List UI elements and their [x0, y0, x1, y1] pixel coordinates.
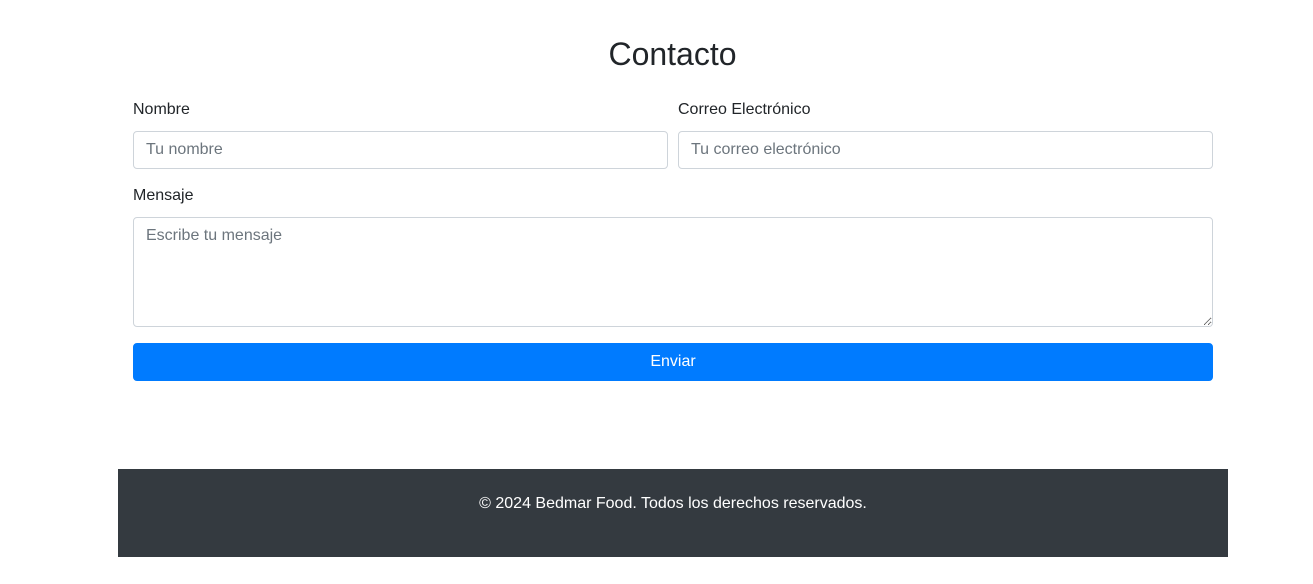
- name-label: Nombre: [133, 101, 190, 118]
- email-input[interactable]: [678, 131, 1213, 169]
- contact-page: Contacto Nombre Correo Electrónico Mensa…: [0, 0, 1313, 584]
- footer: © 2024 Bedmar Food. Todos los derechos r…: [118, 469, 1228, 557]
- email-label: Correo Electrónico: [678, 101, 811, 118]
- submit-button[interactable]: Enviar: [133, 343, 1213, 381]
- name-input[interactable]: [133, 131, 668, 169]
- footer-copyright: © 2024 Bedmar Food. Todos los derechos r…: [479, 495, 867, 512]
- message-label: Mensaje: [133, 187, 194, 204]
- message-textarea[interactable]: [133, 217, 1213, 327]
- page-title: Contacto: [608, 36, 737, 72]
